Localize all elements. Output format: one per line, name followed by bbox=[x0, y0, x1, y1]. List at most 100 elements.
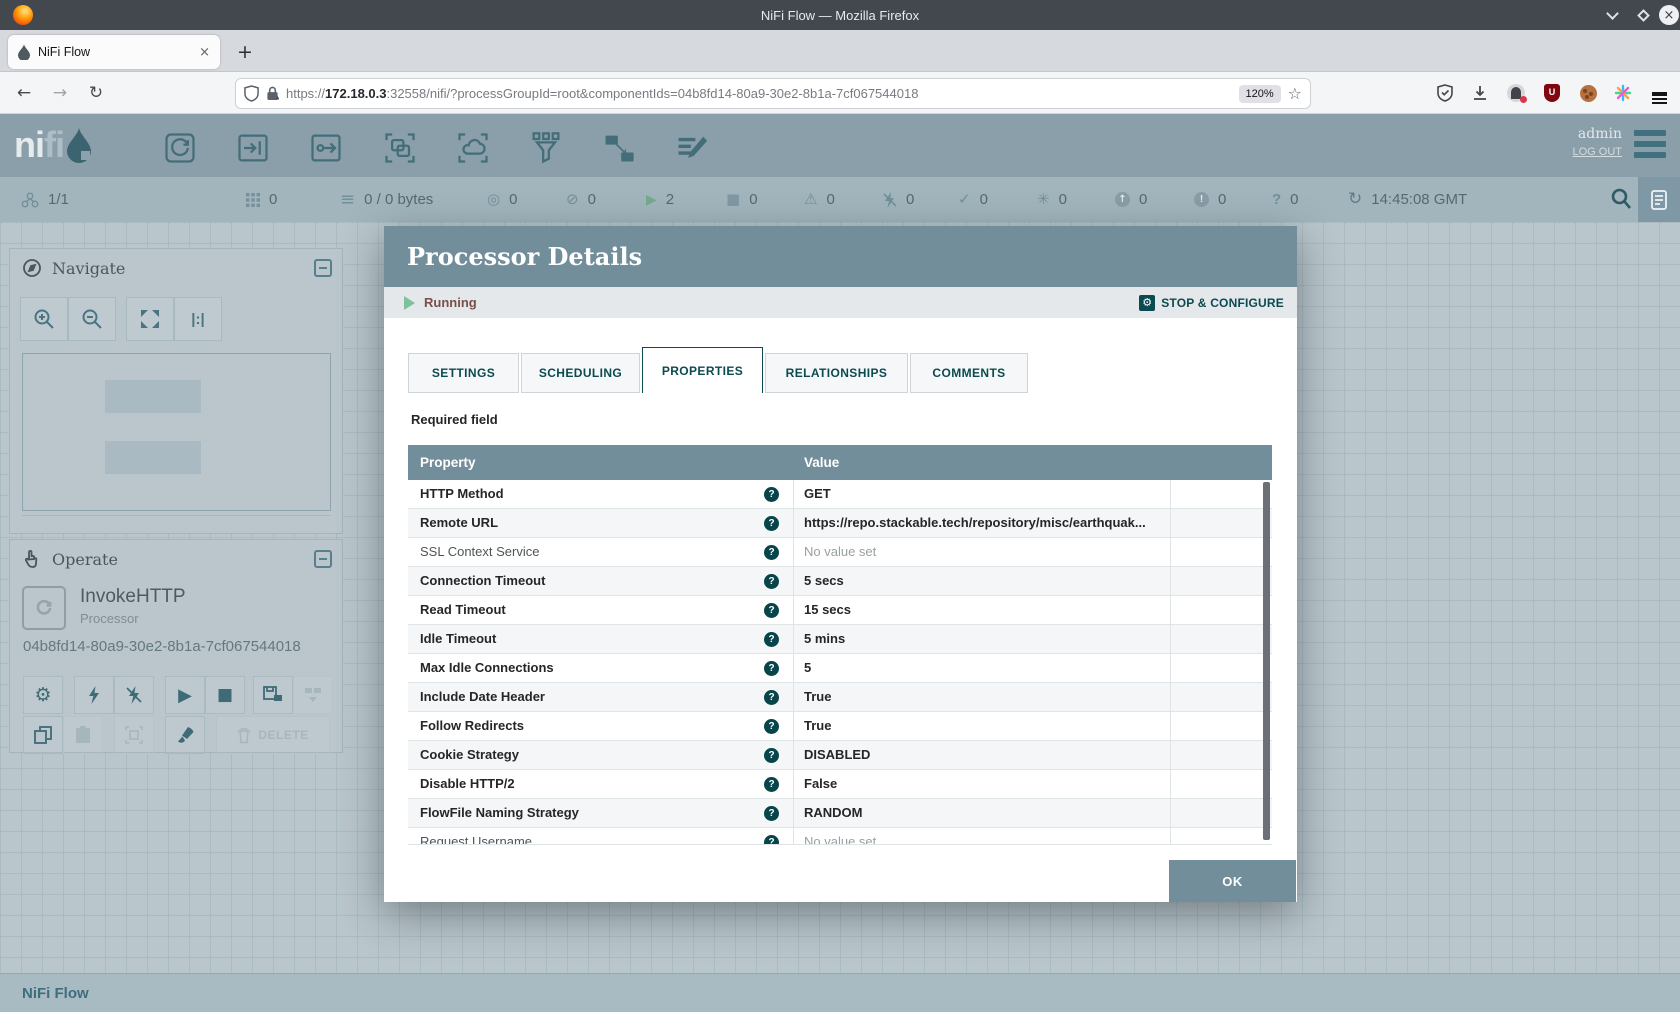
forward-button[interactable]: → bbox=[46, 79, 74, 107]
stop-button[interactable]: ■ bbox=[205, 676, 245, 714]
url-text[interactable]: https://172.18.0.3:32558/nifi/?processGr… bbox=[286, 86, 1232, 101]
hamburger-menu-icon[interactable] bbox=[1646, 80, 1672, 106]
help-icon[interactable]: ? bbox=[764, 574, 779, 589]
lock-icon[interactable] bbox=[266, 86, 279, 101]
output-port-component-icon[interactable] bbox=[304, 128, 348, 168]
reload-button[interactable]: ↻ bbox=[82, 79, 110, 107]
properties-table: Property Value HTTP Method? GET Remote U… bbox=[408, 445, 1272, 845]
table-row[interactable]: Idle Timeout? 5 mins bbox=[408, 625, 1272, 654]
processor-component-icon[interactable] bbox=[158, 128, 202, 168]
url-bar[interactable]: https://172.18.0.3:32558/nifi/?processGr… bbox=[235, 78, 1311, 109]
required-field-label: Required field bbox=[411, 412, 498, 427]
queued-icon: ≡ bbox=[340, 191, 355, 209]
page-zoom-badge[interactable]: 120% bbox=[1239, 85, 1281, 103]
tab-close-icon[interactable]: × bbox=[199, 45, 210, 60]
paste-button[interactable] bbox=[63, 716, 103, 754]
logout-link[interactable]: LOG OUT bbox=[1572, 146, 1622, 158]
table-row[interactable]: Follow Redirects? True bbox=[408, 712, 1272, 741]
breadcrumb[interactable]: NiFi Flow bbox=[22, 985, 89, 1002]
tab-scheduling[interactable]: SCHEDULING bbox=[521, 353, 640, 393]
table-row[interactable]: Max Idle Connections? 5 bbox=[408, 654, 1272, 683]
help-icon[interactable]: ? bbox=[764, 661, 779, 676]
disable-button[interactable] bbox=[114, 676, 154, 714]
tab-settings[interactable]: SETTINGS bbox=[408, 353, 519, 393]
funnel-component-icon[interactable] bbox=[524, 128, 568, 168]
fill-color-button[interactable] bbox=[165, 716, 205, 754]
table-row[interactable]: FlowFile Naming Strategy? RANDOM bbox=[408, 799, 1272, 828]
sync-failure-icon: ? bbox=[1272, 192, 1281, 207]
help-icon[interactable]: ? bbox=[764, 487, 779, 502]
zoom-fit-button[interactable] bbox=[126, 297, 174, 341]
ublock-icon[interactable]: U bbox=[1539, 80, 1565, 106]
privacy-extension-icon[interactable] bbox=[1503, 80, 1529, 106]
window-close-button[interactable]: × bbox=[1658, 0, 1680, 30]
global-menu-icon[interactable] bbox=[1634, 130, 1666, 163]
zoom-out-button[interactable] bbox=[68, 297, 116, 341]
table-row-clipped[interactable]: Request Username? No value set bbox=[408, 828, 1272, 844]
version-control-button[interactable] bbox=[293, 676, 333, 714]
delete-button[interactable]: DELETE bbox=[216, 716, 330, 754]
help-icon[interactable]: ? bbox=[764, 806, 779, 821]
selected-component-id[interactable]: 04b8fd14-80a9-30e2-8b1a-7cf067544018 bbox=[23, 638, 301, 655]
colorways-icon[interactable] bbox=[1610, 80, 1636, 106]
downloads-icon[interactable] bbox=[1467, 80, 1493, 106]
refresh-icon[interactable]: ↻ bbox=[1348, 191, 1362, 208]
help-icon[interactable]: ? bbox=[764, 516, 779, 531]
table-row[interactable]: Connection Timeout? 5 secs bbox=[408, 567, 1272, 596]
bulletin-panel-button[interactable] bbox=[1638, 177, 1680, 222]
window-title: NiFi Flow — Mozilla Firefox bbox=[0, 8, 1680, 23]
browser-tab[interactable]: NiFi Flow × bbox=[8, 35, 220, 69]
birdseye-minimap[interactable] bbox=[22, 353, 331, 511]
back-button[interactable]: ← bbox=[10, 79, 38, 107]
input-port-component-icon[interactable] bbox=[231, 128, 275, 168]
collapse-navigate-button[interactable] bbox=[314, 259, 332, 277]
help-icon[interactable]: ? bbox=[764, 748, 779, 763]
start-button[interactable]: ▶ bbox=[165, 676, 205, 714]
copy-button[interactable] bbox=[23, 716, 63, 754]
cookie-extension-icon[interactable] bbox=[1575, 80, 1601, 106]
tab-properties[interactable]: PROPERTIES bbox=[642, 347, 763, 393]
remote-process-group-component-icon[interactable] bbox=[451, 128, 495, 168]
disabled-status: 0 bbox=[883, 177, 914, 222]
table-row[interactable]: Remote URL? https://repo.stackable.tech/… bbox=[408, 509, 1272, 538]
help-icon[interactable]: ? bbox=[764, 603, 779, 618]
help-icon[interactable]: ? bbox=[764, 777, 779, 792]
enable-button[interactable] bbox=[74, 676, 114, 714]
operate-panel: Operate InvokeHTTP Processor 04b8fd14-80… bbox=[9, 539, 343, 753]
group-button[interactable] bbox=[114, 716, 154, 754]
window-maximize-button[interactable] bbox=[1630, 0, 1656, 30]
table-row[interactable]: Include Date Header? True bbox=[408, 683, 1272, 712]
help-icon[interactable]: ? bbox=[764, 719, 779, 734]
table-row[interactable]: Disable HTTP/2? False bbox=[408, 770, 1272, 799]
configure-button[interactable]: ⚙ bbox=[23, 676, 63, 714]
table-row[interactable]: Read Timeout? 15 secs bbox=[408, 596, 1272, 625]
selected-component-name: InvokeHTTP bbox=[80, 586, 186, 608]
collapse-operate-button[interactable] bbox=[314, 550, 332, 568]
table-row[interactable]: Cookie Strategy? DISABLED bbox=[408, 741, 1272, 770]
new-tab-button[interactable]: + bbox=[232, 39, 258, 65]
locally-modified-status: ✳ 0 bbox=[1037, 177, 1067, 222]
help-icon[interactable]: ? bbox=[764, 632, 779, 647]
process-group-component-icon[interactable] bbox=[378, 128, 422, 168]
stop-and-configure-button[interactable]: ⚙ STOP & CONFIGURE bbox=[1139, 287, 1284, 318]
ok-button[interactable]: OK bbox=[1169, 860, 1296, 902]
window-minimize-button[interactable] bbox=[1598, 0, 1626, 30]
zoom-actual-size-button[interactable]: |:| bbox=[174, 297, 222, 341]
create-template-button[interactable] bbox=[253, 676, 293, 714]
bookmark-star-icon[interactable]: ☆ bbox=[1288, 84, 1302, 103]
label-component-icon[interactable] bbox=[670, 128, 714, 168]
table-row[interactable]: HTTP Method? GET bbox=[408, 480, 1272, 509]
help-icon[interactable]: ? bbox=[764, 545, 779, 560]
search-icon[interactable] bbox=[1610, 187, 1632, 211]
help-icon[interactable]: ? bbox=[764, 690, 779, 705]
pocket-shield-icon[interactable] bbox=[1432, 80, 1458, 106]
table-row[interactable]: SSL Context Service? No value set bbox=[408, 538, 1272, 567]
properties-table-header: Property Value bbox=[408, 445, 1272, 480]
table-scrollbar[interactable] bbox=[1263, 482, 1270, 840]
help-icon[interactable]: ? bbox=[764, 835, 779, 844]
zoom-in-button[interactable] bbox=[20, 297, 68, 341]
tab-relationships[interactable]: RELATIONSHIPS bbox=[765, 353, 908, 393]
tracking-shield-icon[interactable] bbox=[244, 85, 259, 102]
template-component-icon[interactable] bbox=[597, 128, 641, 168]
tab-comments[interactable]: COMMENTS bbox=[910, 353, 1028, 393]
